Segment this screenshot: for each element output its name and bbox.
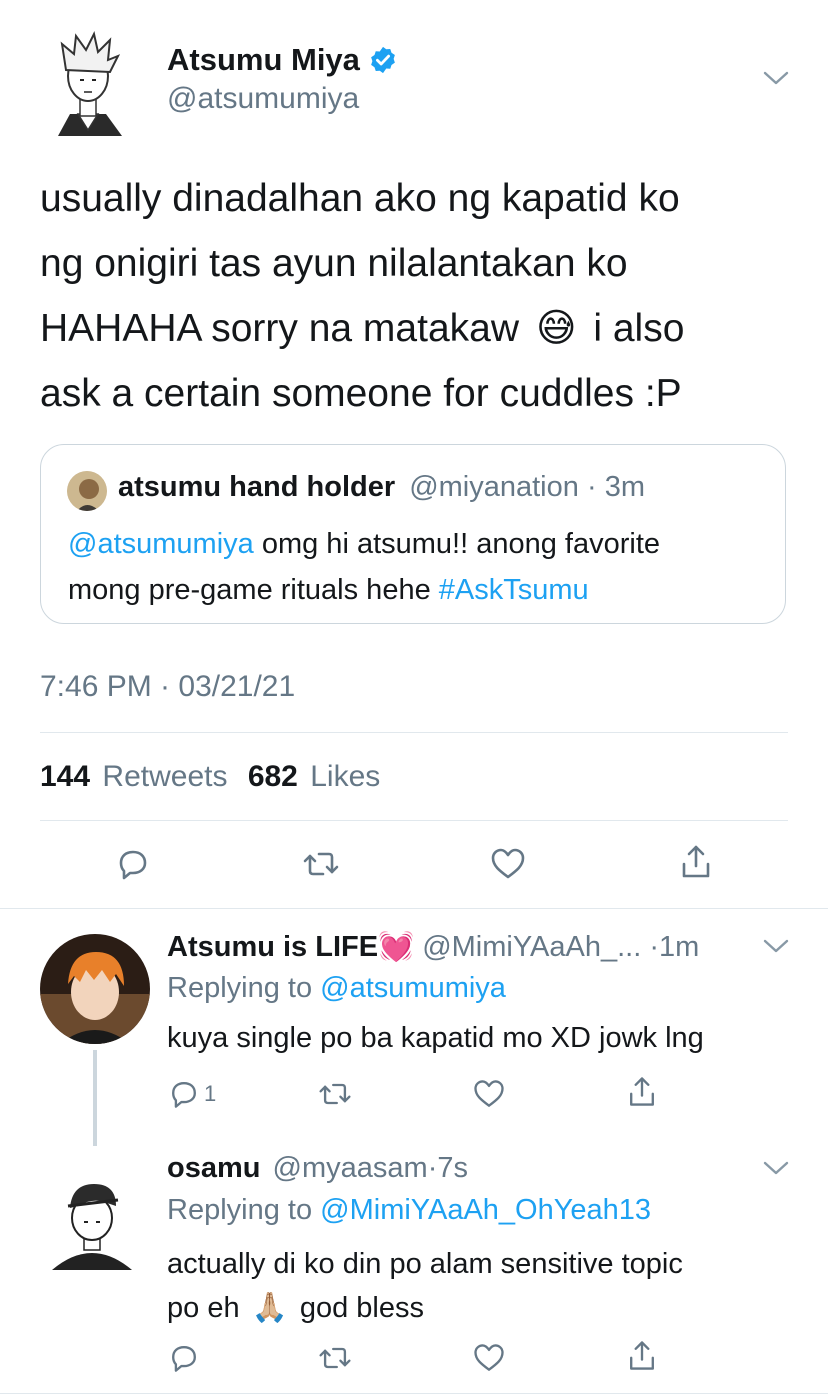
reply-header: osamu @myaasam·7s [167,1152,468,1185]
reply-separator: · [427,1152,438,1184]
reply-icon [172,1346,196,1372]
hashtag-link[interactable]: #AskTsumu [439,574,589,606]
retweet-icon [319,1083,351,1105]
reply-author-name[interactable]: Atsumu is LIFE [167,931,378,963]
reply-avatar[interactable] [42,1170,142,1270]
divider [0,908,828,909]
reply-button[interactable] [113,844,153,884]
share-button[interactable] [624,1074,660,1110]
like-button[interactable] [488,844,528,884]
tweet-text: usually dinadalhan ako ng kapatid ko ng … [40,166,800,426]
chevron-down-icon[interactable] [763,938,789,959]
quoted-text: @atsumumiya omg hi atsumu!! anong favori… [68,521,660,613]
reply-time: 1m [659,931,700,963]
reply-text-segment: god bless [299,1292,424,1324]
replying-to-prefix: Replying to [167,1194,321,1226]
heart-icon [491,848,525,879]
reply-author-handle[interactable]: @myaasam [273,1152,428,1184]
reply-separator: · [649,931,659,963]
reply-button[interactable]: 1 [166,1076,216,1112]
chevron-down-icon[interactable] [763,1160,789,1181]
share-button[interactable] [624,1338,660,1374]
tweet-timestamp[interactable]: 7:46 PM · 03/21/21 [40,670,295,704]
folded-hands-emoji: 🙏🏼 [251,1292,288,1324]
tweet-text-segment: HAHAHA sorry na matakaw [40,307,519,350]
reply-count: 1 [204,1081,217,1106]
reply-button[interactable] [166,1340,202,1376]
reply-text-line: actually di ko din po alam sensitive top… [167,1248,683,1280]
author-avatar[interactable] [40,30,136,136]
author-handle[interactable]: @atsumumiya [167,82,359,116]
verified-badge-icon [368,45,398,75]
heart-icon [474,1344,504,1371]
quoted-text-line: mong pre-game rituals hehe #AskTsumu [68,567,660,613]
retweets-label[interactable]: Retweets [102,760,227,793]
quoted-mention-link[interactable]: @atsumumiya [68,528,254,560]
heart-icon [474,1080,504,1107]
retweet-button[interactable] [317,1340,353,1376]
quoted-text-segment: omg hi atsumu!! anong favorite [253,528,661,560]
share-icon [682,845,710,878]
share-button[interactable] [676,842,716,882]
author-name[interactable]: Atsumu Miya [167,42,360,78]
reply-author-name[interactable]: osamu [167,1152,260,1184]
share-icon [630,1077,654,1106]
likes-label[interactable]: Likes [310,760,380,793]
thread-line [93,1050,97,1146]
share-icon [630,1341,654,1370]
retweet-button[interactable] [317,1076,353,1112]
like-button[interactable] [471,1340,507,1376]
replying-to-link[interactable]: @atsumumiya [320,972,506,1004]
tweet-text-line: ask a certain someone for cuddles :P [40,372,682,415]
chevron-down-icon[interactable] [763,70,789,91]
tweet-text-line: HAHAHA sorry na matakaw 😅 i also [40,296,800,361]
quoted-avatar[interactable] [67,471,107,511]
tweet-text-line: ng onigiri tas ayun nilalantakan ko [40,242,628,285]
quoted-separator: · [586,471,597,503]
reply-avatar[interactable] [40,934,150,1044]
divider [40,732,788,733]
retweet-button[interactable] [301,844,341,884]
divider [0,1393,828,1394]
quoted-handle[interactable]: @miyanation [409,471,579,503]
quoted-name[interactable]: atsumu hand holder [118,471,395,503]
retweet-icon [319,1347,351,1369]
growing-heart-emoji: 💓 [378,931,415,963]
replying-to: Replying to @MimiYAaAh_OhYeah13 [167,1194,651,1227]
replying-to-prefix: Replying to [167,972,321,1004]
reply-icon [119,850,147,880]
quoted-header: atsumu hand holder @miyanation · 3m [118,471,645,504]
reply-time: 7s [437,1152,468,1184]
reply-text: kuya single po ba kapatid mo XD jowk lng [167,1022,704,1054]
retweet-icon [303,852,339,876]
reply-header: Atsumu is LIFE💓 @MimiYAaAh_... ·1m [167,930,699,964]
retweets-count[interactable]: 144 [40,760,90,793]
like-button[interactable] [471,1076,507,1112]
reply-text-line: po eh 🙏🏼 god bless [167,1286,683,1330]
quoted-time: 3m [604,471,645,503]
author-name-row: Atsumu Miya [167,40,398,80]
tweet-text-segment: i also [593,307,685,350]
reply-icon [172,1082,196,1108]
replying-to: Replying to @atsumumiya [167,972,506,1005]
sweat-smile-emoji: 😅 [535,307,577,350]
replying-to-link[interactable]: @MimiYAaAh_OhYeah13 [320,1194,651,1226]
quoted-text-segment: mong pre-game rituals hehe [68,574,439,606]
quoted-text-line: @atsumumiya omg hi atsumu!! anong favori… [68,521,660,567]
tweet-text-line: usually dinadalhan ako ng kapatid ko [40,177,680,220]
divider [40,820,788,821]
reply-author-handle[interactable]: @MimiYAaAh_... [422,931,641,963]
likes-count[interactable]: 682 [248,760,298,793]
reply-text: actually di ko din po alam sensitive top… [167,1242,683,1330]
quoted-tweet-card[interactable]: atsumu hand holder @miyanation · 3m @ats… [40,444,786,624]
tweet-stats: 144 Retweets 682 Likes [40,760,380,794]
reply-text-segment: po eh [167,1292,240,1324]
